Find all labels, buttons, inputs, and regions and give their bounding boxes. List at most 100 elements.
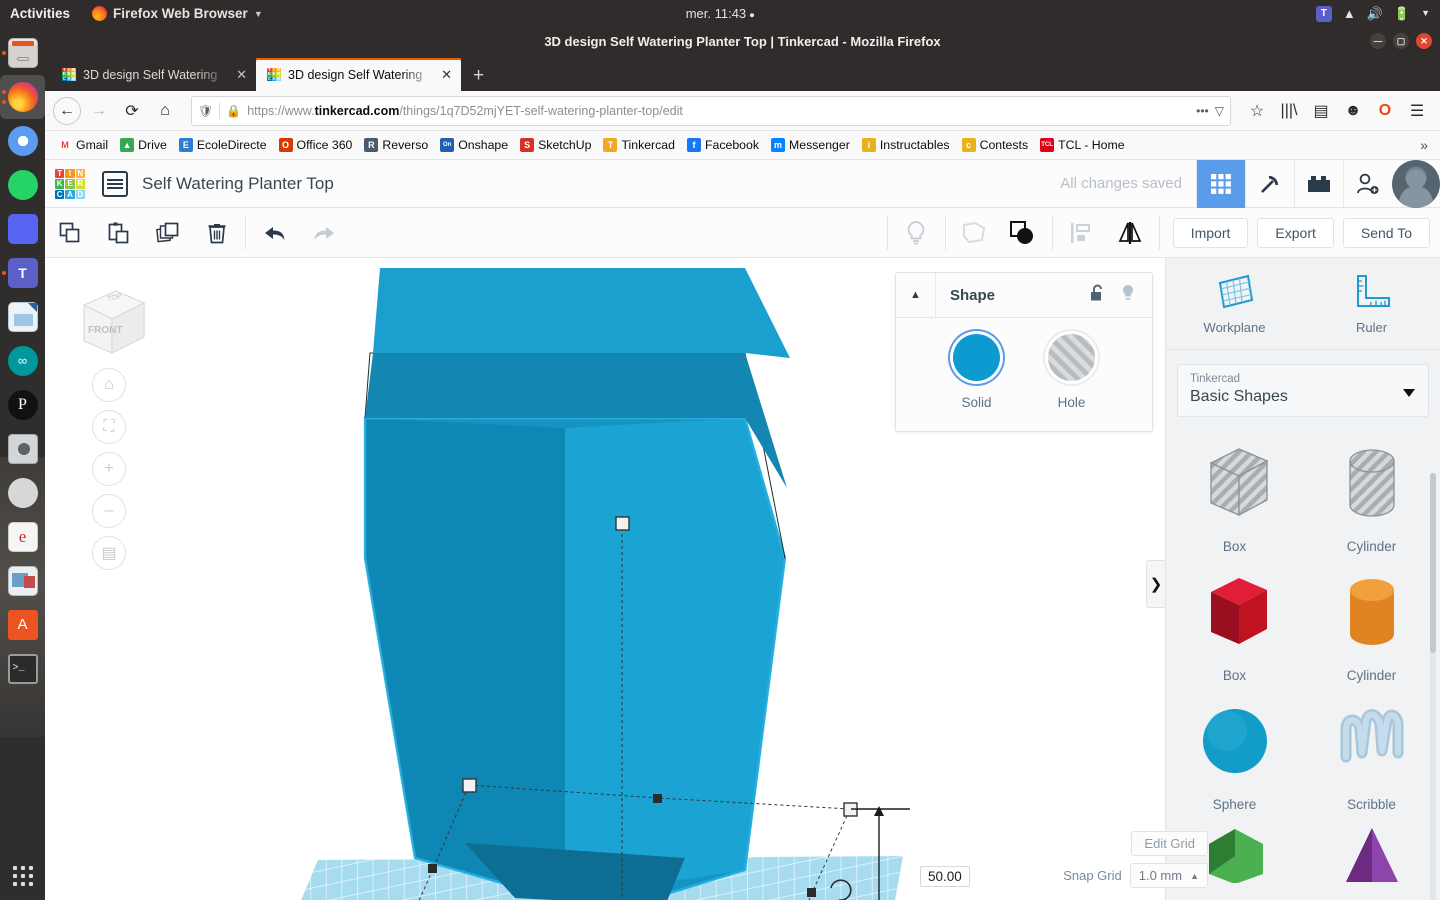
teams-tray-icon[interactable]: T [1315,5,1332,22]
tinkercad-logo[interactable]: TIN KER CAD [55,168,85,199]
pocket-icon[interactable]: ▽ [1215,104,1224,118]
bookmark-item[interactable]: f Facebook [682,136,764,154]
back-button[interactable]: ← [53,96,81,125]
dock-item-ubuntu-software[interactable]: A [0,603,45,647]
bookmark-item[interactable]: TCL TCL - Home [1035,136,1130,154]
hamburger-menu-icon[interactable]: ☰ [1402,96,1432,126]
shape-item-box-hole[interactable]: Box [1166,437,1303,554]
snap-grid-select[interactable]: 1.0 mm ▲ [1129,863,1208,888]
bricks-mode-button[interactable] [1294,159,1343,208]
duplicate-icon[interactable] [143,208,192,258]
bookmarks-overflow-button[interactable]: » [1420,137,1432,153]
reload-button[interactable]: ⟳ [117,96,147,126]
dimension-value-label[interactable]: 50.00 [920,866,970,887]
copy-icon[interactable] [45,208,94,258]
page-title[interactable]: Self Watering Planter Top [142,174,334,194]
shape-item-cylinder-orange[interactable]: Cylinder [1303,566,1440,683]
bookmark-item[interactable]: m Messenger [766,136,855,154]
clock[interactable]: mer. 11:43 ⏺ [0,6,1440,21]
bookmark-item[interactable]: O Office 360 [274,136,358,154]
bookmark-item[interactable]: M Gmail [53,136,113,154]
shape-library-select[interactable]: Tinkercad Basic Shapes [1177,364,1429,417]
shape-item-cylinder-hole[interactable]: Cylinder [1303,437,1440,554]
shape-item-cone[interactable] [1303,824,1440,883]
dock-item-easyeda[interactable]: e [0,515,45,559]
maximize-button[interactable]: ▢ [1393,33,1409,49]
account-icon[interactable]: ☻ [1338,96,1368,126]
system-tray[interactable]: T ▲ 🔊 🔋 ▼ [1315,5,1430,22]
trash-icon[interactable] [192,208,241,258]
page-actions-icon[interactable]: ••• [1196,104,1209,118]
lock-icon[interactable]: 🔒 [226,104,241,118]
bookmark-item[interactable]: T Tinkercad [598,136,680,154]
ortho-perspective-button[interactable]: ▤ [92,536,126,570]
shape-option-hole[interactable]: Hole [1048,334,1095,431]
minimize-button[interactable]: — [1370,33,1386,49]
fit-to-view-button[interactable]: ⛶ [92,410,126,444]
collapse-panel-button[interactable]: ▲ [896,272,936,318]
close-button[interactable]: ✕ [1416,33,1432,49]
battery-icon[interactable]: 🔋 [1394,7,1410,20]
dock-item-shotwell[interactable] [0,559,45,603]
dock-item-settings[interactable] [0,471,45,515]
wifi-icon[interactable]: ▲ [1343,7,1356,20]
dock-item-processing[interactable]: P [0,383,45,427]
dock-item-discord[interactable] [0,207,45,251]
bookmark-item[interactable]: S SketchUp [515,136,596,154]
dock-item-files[interactable] [0,31,45,75]
opera-extension-icon[interactable]: O [1370,96,1400,126]
export-button[interactable]: Export [1257,217,1334,248]
show-applications-button[interactable] [0,866,45,886]
zoom-out-button[interactable]: – [92,494,126,528]
dock-item-chromium[interactable] [0,119,45,163]
align-icon[interactable] [1057,208,1106,258]
shape-item-box-red[interactable]: Box [1166,566,1303,683]
shape-option-solid[interactable]: Solid [953,334,1000,431]
hole-swatch[interactable] [1048,334,1095,381]
note-icon[interactable] [950,208,999,258]
chevron-down-icon[interactable] [1403,388,1415,397]
avatar[interactable] [1392,159,1440,208]
home-view-button[interactable]: ⌂ [92,368,126,402]
light-icon[interactable] [892,208,941,258]
solid-swatch[interactable] [953,334,1000,381]
zoom-in-button[interactable]: + [92,452,126,486]
paste-icon[interactable] [94,208,143,258]
panel-collapse-arrow[interactable]: ❯ [1146,560,1165,608]
design-canvas[interactable]: Workplane [45,258,1165,900]
bookmark-item[interactable]: R Reverso [359,136,433,154]
light-bulb-icon[interactable] [1120,284,1136,307]
dock-item-teams[interactable]: T [0,251,45,295]
codeblocks-mode-button[interactable] [1245,159,1294,208]
send-to-button[interactable]: Send To [1342,217,1430,248]
bookmark-item[interactable]: On Onshape [435,136,513,154]
volume-muted-icon[interactable]: 🔊 [1367,7,1383,20]
close-icon[interactable]: ✕ [441,67,452,83]
chevron-down-icon[interactable]: ▼ [1421,9,1430,18]
url-bar[interactable]: 🛡 🔒 https://www.tinkercad.com/things/1q7… [191,95,1231,126]
import-button[interactable]: Import [1172,217,1249,248]
view-cube[interactable]: TOP FRONT [70,283,148,361]
bookmark-item[interactable]: c Contests [957,136,1034,154]
sidebar-icon[interactable]: ▤ [1306,96,1336,126]
workplane-tool[interactable]: Workplane [1166,258,1303,349]
bookmark-item[interactable]: E EcoleDirecte [174,136,272,154]
redo-icon[interactable] [299,208,348,258]
invite-people-button[interactable] [1343,159,1392,208]
dock-item-whatsapp[interactable] [0,163,45,207]
shape-item-sphere[interactable]: Sphere [1166,695,1303,812]
ruler-tool[interactable]: Ruler [1303,258,1440,349]
dock-item-firefox[interactable] [0,75,45,119]
undo-icon[interactable] [250,208,299,258]
shield-icon[interactable]: 🛡 [198,104,213,118]
mirror-icon[interactable] [1106,208,1155,258]
home-button[interactable]: ⌂ [150,96,180,126]
dock-item-camera[interactable] [0,427,45,471]
sidebar-scrollbar-thumb[interactable] [1430,473,1436,653]
edit-grid-button[interactable]: Edit Grid [1131,831,1208,856]
forward-button[interactable]: → [84,96,114,126]
bookmark-item[interactable]: i Instructables [857,136,955,154]
dock-item-terminal[interactable]: >_ [0,647,45,691]
new-tab-button[interactable]: + [461,65,496,91]
unlock-icon[interactable] [1090,284,1106,307]
